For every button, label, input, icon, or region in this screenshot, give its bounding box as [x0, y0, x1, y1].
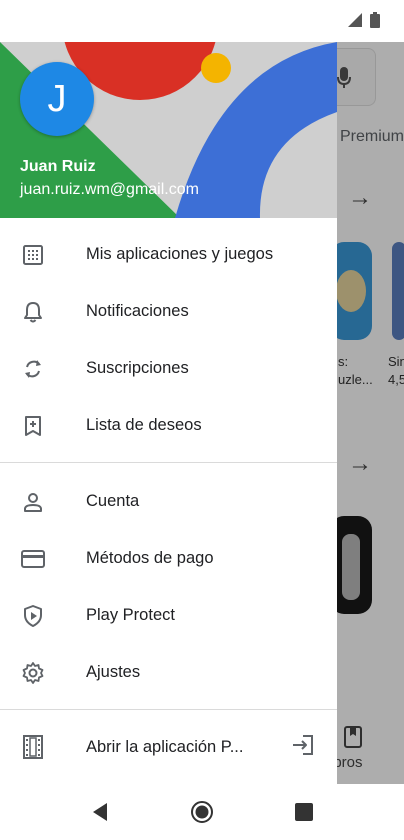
- avatar[interactable]: J: [20, 62, 94, 136]
- menu-item-play-protect[interactable]: Play Protect: [0, 587, 337, 644]
- apps-grid-icon: [20, 242, 46, 268]
- bookmark-add-icon: [20, 413, 46, 439]
- menu-item-label: Suscripciones: [86, 359, 189, 377]
- gear-icon: [20, 660, 46, 686]
- account-header[interactable]: J Juan Ruiz juan.ruiz.wm@gmail.com: [0, 42, 337, 218]
- back-icon: [93, 803, 107, 821]
- credit-card-icon: [20, 546, 46, 572]
- person-icon: [20, 489, 46, 515]
- system-navigation-bar: [0, 784, 404, 840]
- menu-item-notifications[interactable]: Notificaciones: [0, 283, 337, 340]
- menu-item-account[interactable]: Cuenta: [0, 473, 337, 530]
- menu-item-label: Lista de deseos: [86, 416, 202, 434]
- recents-button[interactable]: [290, 798, 318, 826]
- menu-item-label: Play Protect: [86, 606, 175, 624]
- battery-icon: [370, 12, 380, 28]
- menu-item-label: Ajustes: [86, 663, 141, 681]
- shield-play-icon: [20, 603, 46, 629]
- recents-icon: [295, 803, 313, 821]
- menu-item-subscriptions[interactable]: Suscripciones: [0, 340, 337, 397]
- home-button[interactable]: [188, 798, 216, 826]
- menu-item-label: Cuenta: [86, 492, 140, 510]
- menu-item-wishlist[interactable]: Lista de deseos: [0, 397, 337, 454]
- menu-item-payment-methods[interactable]: Métodos de pago: [0, 530, 337, 587]
- film-icon: [20, 734, 46, 760]
- menu-group-account: Cuenta Métodos de pago Play Protect Ajus…: [0, 473, 337, 701]
- signal-icon: [348, 13, 362, 27]
- back-button[interactable]: [86, 798, 114, 826]
- menu-divider: [0, 462, 337, 463]
- menu-item-my-apps[interactable]: Mis aplicaciones y juegos: [0, 226, 337, 283]
- menu-item-settings[interactable]: Ajustes: [0, 644, 337, 701]
- navigation-drawer: J Juan Ruiz juan.ruiz.wm@gmail.com Mis a…: [0, 42, 337, 784]
- menu-item-label: Abrir la aplicación P...: [86, 738, 244, 756]
- menu-group-primary: Mis aplicaciones y juegos Notificaciones…: [0, 226, 337, 454]
- screen: Premium → s: uzle... Sin 4,5 → ibros J J…: [0, 0, 404, 840]
- menu-item-label: Mis aplicaciones y juegos: [86, 245, 274, 263]
- menu-item-label: Métodos de pago: [86, 549, 214, 567]
- exit-icon[interactable]: [291, 734, 315, 761]
- menu-item-open-app[interactable]: Abrir la aplicación P...: [0, 710, 337, 782]
- bell-icon: [20, 299, 46, 325]
- refresh-icon: [20, 356, 46, 382]
- home-icon: [191, 801, 213, 823]
- account-email: juan.ruiz.wm@gmail.com: [20, 181, 199, 198]
- account-name: Juan Ruiz: [20, 158, 96, 175]
- menu-item-label: Notificaciones: [86, 302, 189, 320]
- status-bar: [0, 0, 404, 42]
